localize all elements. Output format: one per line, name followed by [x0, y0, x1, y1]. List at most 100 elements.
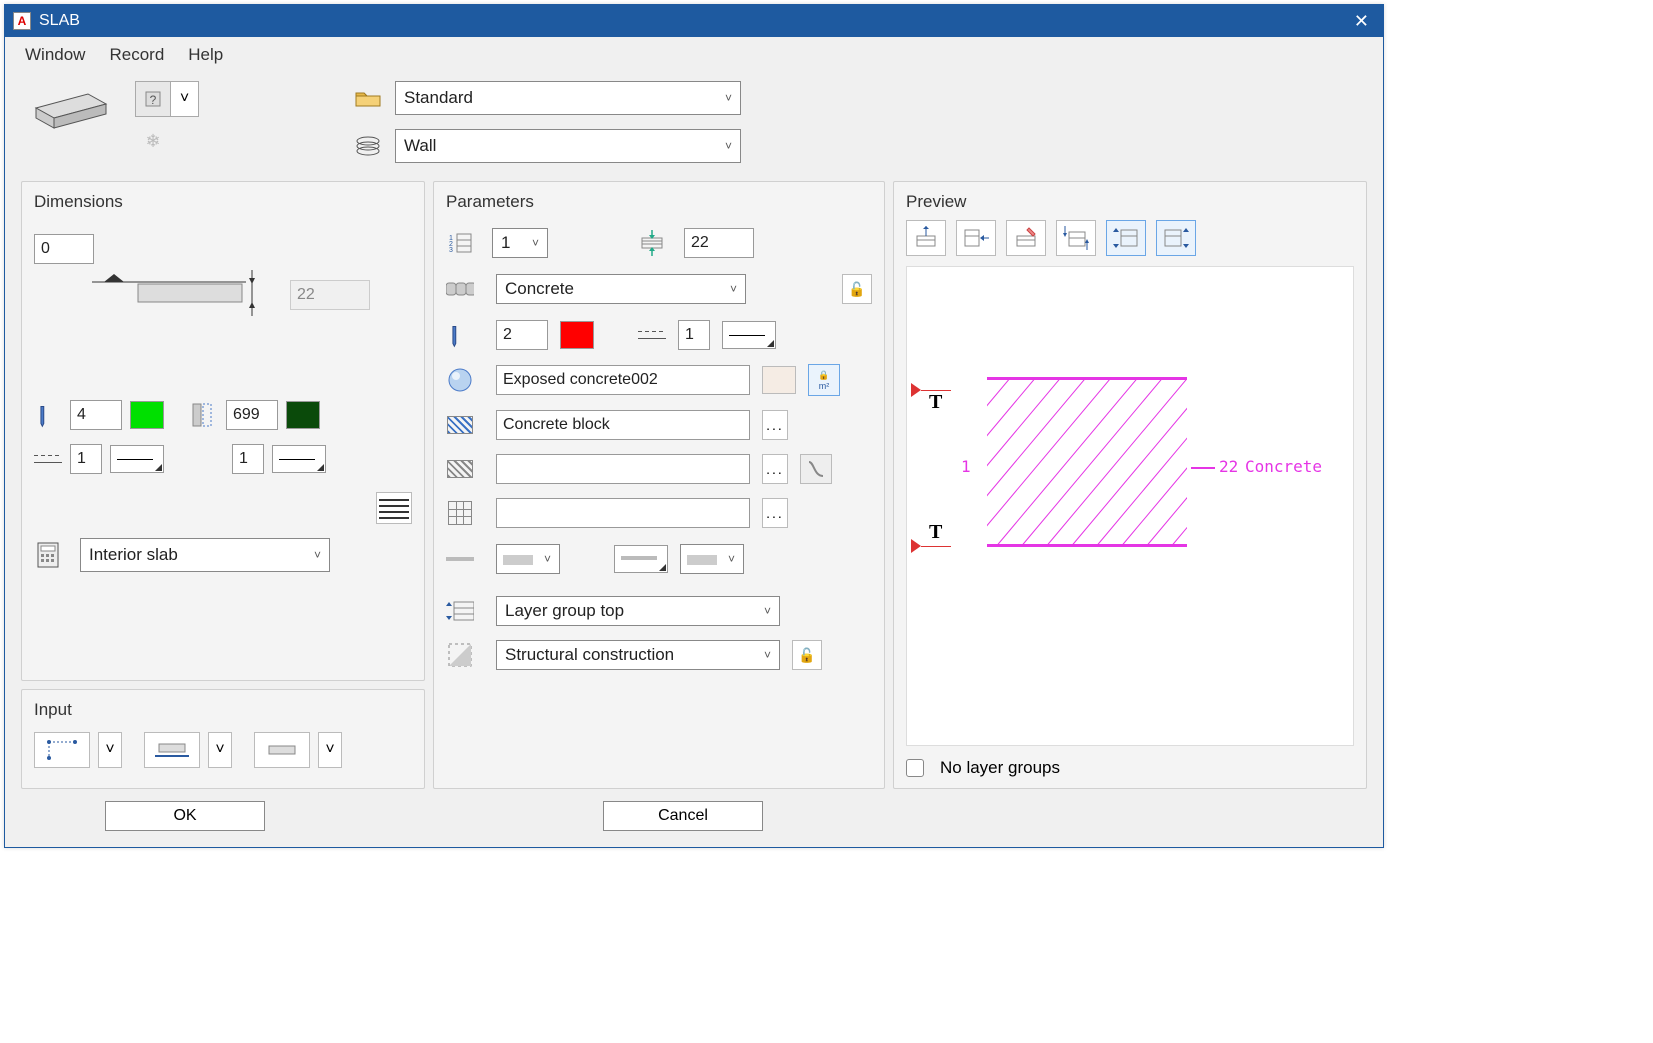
preview-title: Preview — [906, 192, 1354, 212]
layer-value: Wall — [404, 136, 436, 156]
prev-tool-5[interactable] — [1106, 220, 1146, 256]
menu-help[interactable]: Help — [188, 45, 223, 65]
folder-icon — [353, 86, 383, 110]
model-pen-icon — [190, 401, 218, 429]
fill-input[interactable] — [496, 454, 750, 484]
preview-layer-no: 1 — [961, 457, 971, 476]
surface-input[interactable]: Exposed concrete002 — [496, 365, 750, 395]
pen-2d-input[interactable]: 4 — [70, 400, 122, 430]
material-icon — [446, 275, 474, 303]
hatching-input[interactable]: Concrete block — [496, 410, 750, 440]
slab-dialog: A SLAB ✕ Window Record Help ? ˅ — [4, 4, 1384, 848]
prev-tool-3[interactable] — [1006, 220, 1046, 256]
linetype-2d-icon — [34, 445, 62, 473]
prev-tool-1[interactable] — [906, 220, 946, 256]
surface-area-lock[interactable]: 🔒m² — [808, 364, 840, 396]
favorite-button[interactable]: ? — [135, 81, 171, 117]
prev-tool-6[interactable] — [1156, 220, 1196, 256]
pattern-browse[interactable]: ... — [762, 498, 788, 528]
line-2d-input[interactable]: 1 — [70, 444, 102, 474]
svg-text:3: 3 — [449, 247, 453, 254]
param-pen-color[interactable] — [560, 321, 594, 349]
pen-3d-input[interactable]: 699 — [226, 400, 278, 430]
cancel-button[interactable]: Cancel — [603, 801, 763, 831]
bottom-marker: T — [929, 521, 942, 544]
dimensions-title: Dimensions — [34, 192, 412, 212]
structure-combo[interactable]: Structural construction˅ — [496, 640, 780, 670]
edge-bottom-combo[interactable]: ˅ — [680, 544, 744, 574]
hatching-icon — [446, 411, 474, 439]
pattern-icon — [446, 499, 474, 527]
surface-icon — [446, 366, 474, 394]
param-pen-icon — [440, 315, 480, 355]
no-layer-groups-checkbox[interactable] — [906, 759, 924, 777]
parameters-title: Parameters — [446, 192, 872, 212]
library-folder-value: Standard — [404, 88, 473, 108]
param-line-style[interactable] — [722, 321, 776, 349]
favorite-dropdown[interactable]: ˅ — [171, 81, 199, 117]
menu-record[interactable]: Record — [109, 45, 164, 65]
preview-canvas: .hatchbox{overflow:hidden} T T 1 22 Conc… — [906, 266, 1354, 746]
surface-preview[interactable] — [762, 366, 796, 394]
fill-extra[interactable] — [800, 454, 832, 484]
edge-top-combo[interactable]: ˅ — [496, 544, 560, 574]
param-pen-input[interactable]: 2 — [496, 320, 548, 350]
close-icon[interactable]: ✕ — [1348, 11, 1375, 32]
layer-thickness-input[interactable]: 22 — [684, 228, 754, 258]
input-edge[interactable] — [144, 732, 200, 768]
pattern-input[interactable] — [496, 498, 750, 528]
thickness-readonly: 22 — [290, 280, 370, 310]
preview-thickness: 22 — [1219, 457, 1238, 476]
title-bar: A SLAB ✕ — [5, 5, 1383, 37]
prev-tool-2[interactable] — [956, 220, 996, 256]
svg-text:?: ? — [150, 93, 157, 107]
layer-thickness-icon — [638, 229, 666, 257]
layer-number-icon: 123 — [446, 229, 474, 257]
layer-group-combo[interactable]: Layer group top˅ — [496, 596, 780, 626]
line-3d-style[interactable] — [272, 445, 326, 473]
param-line-icon — [638, 321, 666, 349]
pen-3d-color[interactable] — [286, 401, 320, 429]
structure-lock[interactable]: 🔓 — [792, 640, 822, 670]
fill-browse[interactable]: ... — [762, 454, 788, 484]
layer-group-icon — [446, 597, 474, 625]
edge-icon — [446, 545, 474, 573]
input-shape-rect[interactable] — [34, 732, 90, 768]
structure-icon — [446, 641, 474, 669]
calculator-icon — [34, 541, 62, 569]
hatching-browse[interactable]: ... — [762, 410, 788, 440]
no-layer-groups-label: No layer groups — [940, 758, 1060, 778]
app-icon: A — [13, 12, 31, 30]
slab-type-combo[interactable]: Interior slab˅ — [80, 538, 330, 572]
hatch-mode-button[interactable] — [376, 492, 412, 524]
top-marker: T — [929, 391, 942, 414]
edge-mid[interactable] — [614, 545, 668, 573]
line-3d-input[interactable]: 1 — [232, 444, 264, 474]
input-shape-rect-drop[interactable]: ˅ — [98, 732, 122, 768]
pen-icon — [28, 395, 68, 435]
fill-icon — [446, 455, 474, 483]
slab-icon — [21, 81, 121, 141]
window-title: SLAB — [39, 12, 1348, 30]
prev-tool-4[interactable] — [1056, 220, 1096, 256]
menu-window[interactable]: Window — [25, 45, 85, 65]
material-lock[interactable]: 🔓 — [842, 274, 872, 304]
input-title: Input — [34, 700, 412, 720]
layer-number-combo[interactable]: 1˅ — [492, 228, 548, 258]
ok-button[interactable]: OK — [105, 801, 265, 831]
input-profile[interactable] — [254, 732, 310, 768]
line-2d-style[interactable] — [110, 445, 164, 473]
input-edge-drop[interactable]: ˅ — [208, 732, 232, 768]
menu-bar: Window Record Help — [5, 37, 1383, 73]
layer-combo[interactable]: Wall˅ — [395, 129, 741, 163]
slab-type-value: Interior slab — [89, 545, 178, 565]
pen-2d-color[interactable] — [130, 401, 164, 429]
freeze-icon[interactable]: ❄ — [135, 123, 171, 159]
input-profile-drop[interactable]: ˅ — [318, 732, 342, 768]
preview-material: Concrete — [1245, 457, 1322, 476]
library-folder-combo[interactable]: Standard˅ — [395, 81, 741, 115]
height-offset-input[interactable]: 0 — [34, 234, 94, 264]
material-combo[interactable]: Concrete˅ — [496, 274, 746, 304]
param-line-input[interactable]: 1 — [678, 320, 710, 350]
thickness-diagram — [34, 270, 284, 330]
